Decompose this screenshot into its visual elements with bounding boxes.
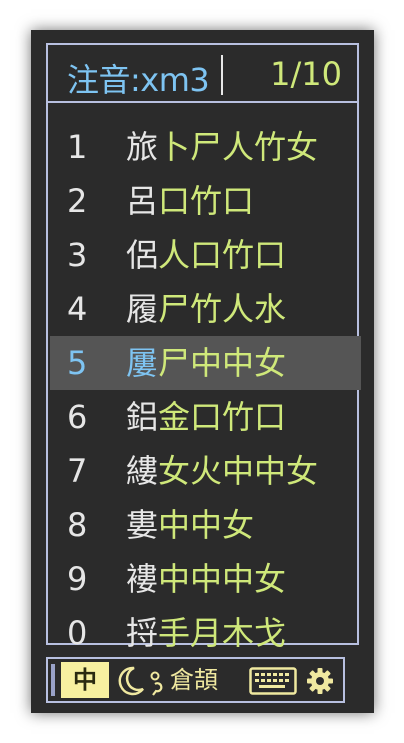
candidate-word: 褸 <box>126 560 159 598</box>
gear-icon[interactable] <box>305 666 335 696</box>
candidate-number: 2 <box>67 182 88 220</box>
keyboard-icon[interactable] <box>249 667 297 695</box>
candidate-code: 中中女 <box>158 506 255 544</box>
candidate-code: 卜尸人竹女 <box>158 128 319 166</box>
candidate-item-8[interactable]: 8 婁中中女 <box>50 498 361 552</box>
text-caret <box>221 55 223 95</box>
candidate-item-1[interactable]: 1 旅卜尸人竹女 <box>50 120 361 174</box>
candidate-item-0[interactable]: 0 捋手月木戈 <box>50 606 361 660</box>
candidate-word: 縷 <box>126 452 159 490</box>
candidate-word: 捋 <box>126 614 159 652</box>
candidate-number: 7 <box>67 452 88 490</box>
candidate-code: 中中中女 <box>158 560 287 598</box>
ime-candidate-window: 注音:xm3 1/10 1 旅卜尸人竹女 2 呂口竹口 3 侶人口竹口 4 履尸… <box>31 30 374 713</box>
preedit-text: 注音:xm3 <box>67 61 210 99</box>
candidate-list: 1 旅卜尸人竹女 2 呂口竹口 3 侶人口竹口 4 履尸竹人水 5 屢尸中中女 … <box>50 120 361 660</box>
candidate-item-6[interactable]: 6 鋁金口竹口 <box>50 390 361 444</box>
ime-status-bar: 中 倉頡 <box>46 657 345 703</box>
candidate-number: 0 <box>67 614 88 652</box>
candidate-code: 女火中中女 <box>158 452 319 490</box>
candidate-word: 呂 <box>126 182 159 220</box>
candidate-code: 尸竹人水 <box>158 290 287 328</box>
candidate-item-2[interactable]: 2 呂口竹口 <box>50 174 361 228</box>
candidate-item-4[interactable]: 4 履尸竹人水 <box>50 282 361 336</box>
candidate-code: 手月木戈 <box>158 614 287 652</box>
candidate-word: 履 <box>126 290 159 328</box>
preedit-row: 注音:xm3 1/10 <box>48 45 357 103</box>
moon-icon[interactable] <box>116 665 146 697</box>
input-method-button[interactable]: 倉頡 <box>170 662 218 698</box>
candidate-code: 金口竹口 <box>158 398 287 436</box>
drag-handle[interactable] <box>51 664 55 696</box>
candidate-number: 3 <box>67 236 88 274</box>
candidate-panel: 注音:xm3 1/10 1 旅卜尸人竹女 2 呂口竹口 3 侶人口竹口 4 履尸… <box>46 43 361 652</box>
candidate-word: 婁 <box>126 506 159 544</box>
candidate-number: 8 <box>67 506 88 544</box>
candidate-item-7[interactable]: 7 縷女火中中女 <box>50 444 361 498</box>
candidate-code: 人口竹口 <box>158 236 287 274</box>
page-indicator: 1/10 <box>270 55 342 93</box>
candidate-word: 屢 <box>126 344 159 382</box>
candidate-code: 口竹口 <box>158 182 255 220</box>
candidate-item-3[interactable]: 3 侶人口竹口 <box>50 228 361 282</box>
candidate-number: 4 <box>67 290 88 328</box>
candidate-number: 9 <box>67 560 88 598</box>
candidate-item-9[interactable]: 9 褸中中中女 <box>50 552 361 606</box>
candidate-number: 1 <box>67 128 88 166</box>
chinese-mode-toggle-button[interactable]: 中 <box>61 662 109 698</box>
candidate-word: 侶 <box>126 236 159 274</box>
candidate-number: 5 <box>67 344 88 382</box>
candidate-word: 旅 <box>126 128 159 166</box>
punctuation-icon[interactable] <box>148 669 168 697</box>
candidate-number: 6 <box>67 398 88 436</box>
candidate-item-5-selected[interactable]: 5 屢尸中中女 <box>50 336 361 390</box>
candidate-word: 鋁 <box>126 398 159 436</box>
candidate-code: 尸中中女 <box>158 344 287 382</box>
